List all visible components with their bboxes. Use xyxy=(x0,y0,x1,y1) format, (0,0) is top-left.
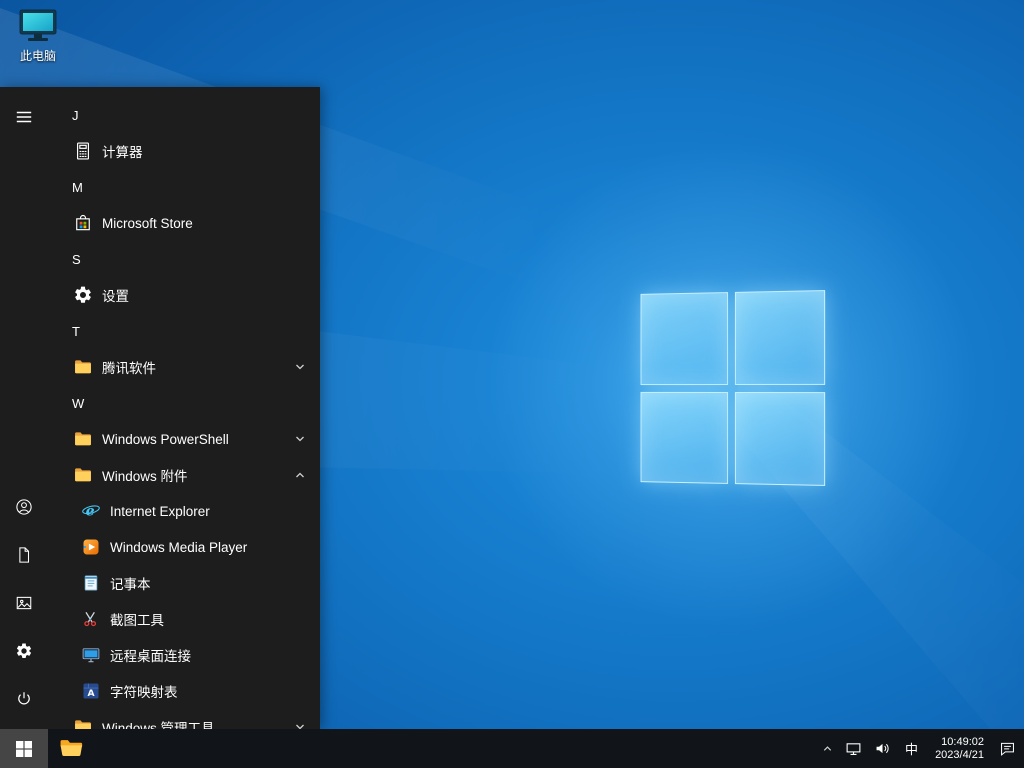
start-menu-item-label: 截图工具 xyxy=(110,613,164,628)
taskbar: 中 10:49:02 2023/4/21 xyxy=(0,729,1024,768)
pictures-icon xyxy=(15,594,33,612)
calculator-icon xyxy=(72,140,94,162)
system-tray: 中 10:49:02 2023/4/21 xyxy=(816,729,1024,768)
start-menu-item[interactable]: Windows Media Player xyxy=(48,529,320,565)
start-button[interactable] xyxy=(0,729,48,768)
rail-top-group xyxy=(0,93,48,141)
store-icon xyxy=(72,212,94,234)
start-menu-item-label: Microsoft Store xyxy=(102,215,193,231)
user-icon xyxy=(15,498,33,516)
ime-indicator[interactable]: 中 xyxy=(897,729,926,768)
pictures-button[interactable] xyxy=(0,579,48,627)
start-menu-item-label: Windows 附件 xyxy=(102,469,188,484)
documents-button[interactable] xyxy=(0,531,48,579)
monitor-icon xyxy=(18,8,58,44)
start-menu-item-label: 腾讯软件 xyxy=(102,361,156,376)
wallpaper-windows-logo xyxy=(640,290,826,486)
start-menu-item[interactable]: 计算器 xyxy=(48,133,320,169)
volume-icon xyxy=(874,740,891,757)
windows-logo-pane xyxy=(640,292,728,385)
start-menu-item-label: Windows 管理工具 xyxy=(102,721,215,729)
start-menu-folder[interactable]: Windows 管理工具 xyxy=(48,709,320,729)
start-menu-folder[interactable]: 腾讯软件 xyxy=(48,349,320,385)
start-menu-item[interactable]: 设置 xyxy=(48,277,320,313)
start-menu-item[interactable]: 远程桌面连接 xyxy=(48,637,320,673)
wmp-icon xyxy=(80,536,102,558)
folder-icon xyxy=(72,428,94,450)
start-menu-item[interactable]: 记事本 xyxy=(48,565,320,601)
start-menu-item[interactable]: Microsoft Store xyxy=(48,205,320,241)
chevron-down-icon xyxy=(294,433,306,445)
folder-icon xyxy=(72,716,94,729)
ie-icon: e xyxy=(80,500,102,522)
chevron-up-icon xyxy=(294,469,306,481)
chevron-up-icon xyxy=(822,743,833,754)
start-menu-item[interactable]: e Internet Explorer xyxy=(48,493,320,529)
tray-clock[interactable]: 10:49:02 2023/4/21 xyxy=(926,729,993,768)
gear-icon xyxy=(15,642,33,660)
network-button[interactable] xyxy=(839,729,868,768)
folder-icon xyxy=(72,464,94,486)
tray-date: 2023/4/21 xyxy=(935,748,984,761)
svg-text:A: A xyxy=(87,688,95,699)
folder-icon xyxy=(72,356,94,378)
start-menu-folder[interactable]: Windows PowerShell xyxy=(48,421,320,457)
section-header-T[interactable]: T xyxy=(48,313,320,349)
chevron-down-icon xyxy=(294,361,306,373)
explorer-icon xyxy=(59,738,84,759)
windows-logo-pane xyxy=(734,391,826,486)
action-center-icon xyxy=(999,740,1016,757)
network-icon xyxy=(845,740,862,757)
section-header-W[interactable]: W xyxy=(48,385,320,421)
start-menu-list: J 计算器 M Microsoft Store S 设置 T 腾讯软件 W Windows Pow… xyxy=(48,87,320,729)
start-menu-rail xyxy=(0,87,48,729)
start-menu-item-label: Windows Media Player xyxy=(110,539,248,555)
taskbar-apps xyxy=(48,729,95,768)
desktop-icon-this-pc[interactable]: 此电脑 xyxy=(6,8,70,64)
tray-time: 10:49:02 xyxy=(941,735,984,748)
account-button[interactable] xyxy=(0,483,48,531)
rail-bottom-group xyxy=(0,483,48,723)
power-button[interactable] xyxy=(0,675,48,723)
menu-expand-button[interactable] xyxy=(0,93,48,141)
snipping-icon xyxy=(80,608,102,630)
desktop: 此电脑 J 计算器 M Microsoft Store S 设置 T 腾讯软件 W Windows… xyxy=(0,0,1024,768)
section-header-J[interactable]: J xyxy=(48,97,320,133)
charmap-icon: A xyxy=(80,680,102,702)
chevron-down-icon xyxy=(294,721,306,729)
section-header-label: S xyxy=(72,251,81,267)
section-header-label: M xyxy=(72,179,83,195)
notepad-icon xyxy=(80,572,102,594)
action-center-button[interactable] xyxy=(993,729,1022,768)
gear-icon xyxy=(72,284,94,306)
section-header-label: J xyxy=(72,107,79,123)
start-menu-item-label: 字符映射表 xyxy=(110,685,178,700)
windows-logo-pane xyxy=(734,290,826,385)
start-menu-folder[interactable]: Windows 附件 xyxy=(48,457,320,493)
tray-expand-button[interactable] xyxy=(816,729,839,768)
start-menu-item-label: Windows PowerShell xyxy=(102,431,229,447)
hamburger-icon xyxy=(15,108,33,126)
rdp-icon xyxy=(80,644,102,666)
start-menu: J 计算器 M Microsoft Store S 设置 T 腾讯软件 W Windows Pow… xyxy=(0,87,320,729)
start-menu-item[interactable]: 截图工具 xyxy=(48,601,320,637)
start-menu-item[interactable]: A 字符映射表 xyxy=(48,673,320,709)
start-menu-item-label: Internet Explorer xyxy=(110,503,210,519)
start-menu-item-label: 记事本 xyxy=(110,577,151,592)
volume-button[interactable] xyxy=(868,729,897,768)
desktop-icon-label: 此电脑 xyxy=(19,49,56,63)
settings-button[interactable] xyxy=(0,627,48,675)
section-header-M[interactable]: M xyxy=(48,169,320,205)
section-header-label: W xyxy=(72,395,85,411)
section-header-S[interactable]: S xyxy=(48,241,320,277)
start-menu-item-label: 设置 xyxy=(102,289,129,304)
windows-logo-pane xyxy=(640,391,728,484)
section-header-label: T xyxy=(72,323,80,339)
start-menu-item-label: 计算器 xyxy=(102,145,143,160)
start-menu-item-label: 远程桌面连接 xyxy=(110,649,191,664)
file-explorer-button[interactable] xyxy=(48,729,95,768)
document-icon xyxy=(15,546,33,564)
windows-logo-icon xyxy=(16,740,32,757)
power-icon xyxy=(15,690,33,708)
